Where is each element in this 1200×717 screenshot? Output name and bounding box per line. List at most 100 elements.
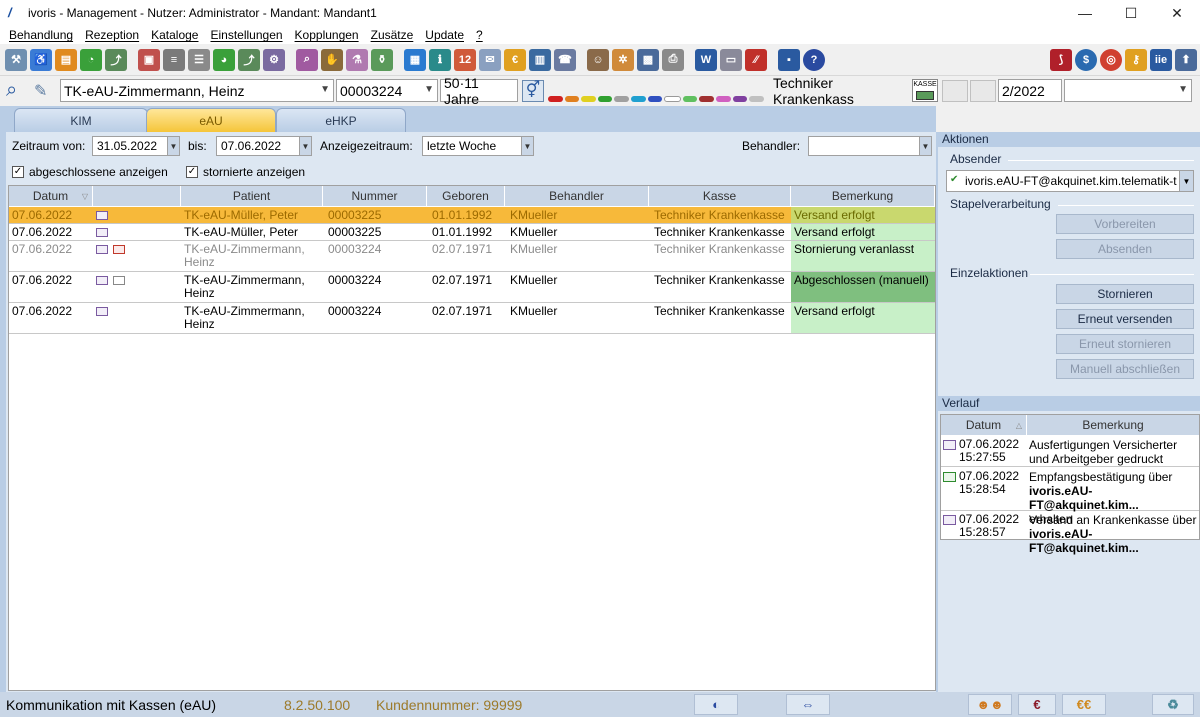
empty-field-1[interactable]: [942, 80, 968, 102]
menu-rezeption[interactable]: Rezeption: [79, 28, 145, 42]
dropdown-arrow-icon[interactable]: ▼: [919, 137, 931, 155]
print-list-icon[interactable]: ≡: [163, 48, 185, 71]
double-euro-icon[interactable]: €€: [1062, 694, 1106, 715]
history-row[interactable]: 07.06.2022 15:27:55 Ausfertigungen Versic…: [941, 436, 1199, 467]
quarter-field[interactable]: 2/2022: [998, 79, 1062, 102]
col-behandler[interactable]: Behandler: [505, 186, 649, 206]
table-row[interactable]: 07.06.2022 TK-eAU-Zimmermann, Heinz 0000…: [9, 303, 935, 334]
tab-eau[interactable]: eAU: [146, 108, 276, 132]
menu-behandlung[interactable]: Behandlung: [3, 28, 79, 42]
help-icon[interactable]: ?: [803, 48, 825, 71]
mail-icon[interactable]: ✉: [479, 48, 501, 71]
dental-chair-icon[interactable]: ♿: [30, 48, 52, 71]
menu-kopplungen[interactable]: Kopplungen: [289, 28, 365, 42]
line-chart-icon[interactable]: ⤴: [105, 48, 127, 71]
menu-update[interactable]: Update: [419, 28, 470, 42]
euro-icon[interactable]: €: [1018, 694, 1056, 715]
table-row[interactable]: 07.06.2022 TK-eAU-Müller, Peter 00003225…: [9, 224, 935, 241]
close-button[interactable]: ✕: [1154, 0, 1200, 26]
doctor-icon[interactable]: ☺: [587, 48, 609, 71]
extra-combo[interactable]: ▼: [1064, 79, 1192, 102]
menu-help[interactable]: ?: [470, 28, 489, 42]
cassette-icon[interactable]: ▣: [138, 48, 160, 71]
flask-icon[interactable]: ⚱: [371, 48, 393, 71]
form-icon[interactable]: ▭: [720, 48, 742, 71]
dropdown-arrow-icon[interactable]: ▼: [1179, 171, 1193, 191]
logo-icon[interactable]: iie: [1150, 48, 1172, 71]
col-patient[interactable]: Patient: [181, 186, 323, 206]
phone-book-icon[interactable]: ☎: [554, 48, 576, 71]
key-icon[interactable]: ⚷: [1125, 48, 1147, 71]
document-icon[interactable]: ▤: [55, 48, 77, 71]
empty-field-2[interactable]: [970, 80, 996, 102]
pharmacy-icon[interactable]: ⚗: [346, 48, 368, 71]
table-row[interactable]: 07.06.2022 TK-eAU-Zimmermann, Heinz 0000…: [9, 272, 935, 303]
checkbox-checked-icon[interactable]: ✓: [12, 166, 24, 178]
show-closed-checkbox[interactable]: ✓ abgeschlossene anzeigen: [12, 165, 168, 179]
minimize-button[interactable]: —: [1062, 0, 1108, 26]
anzeigezeitraum-select[interactable]: letzte Woche ▼: [422, 136, 534, 156]
calendar-icon[interactable]: 12: [454, 48, 476, 71]
menu-kataloge[interactable]: Kataloge: [145, 28, 204, 42]
dropdown-arrow-icon[interactable]: ▼: [167, 137, 179, 155]
absenden-button[interactable]: Absenden: [1056, 239, 1194, 259]
search-list-icon[interactable]: ⌕: [296, 48, 318, 71]
manuell-abschliessen-button[interactable]: Manuell abschließen: [1056, 359, 1194, 379]
date-to-field[interactable]: 07.06.2022 ▼: [216, 136, 312, 156]
word-icon[interactable]: W: [695, 48, 717, 71]
patient-name-combo[interactable]: TK-eAU-Zimmermann, Heinz ▼: [60, 79, 334, 102]
pdf-icon[interactable]: ⟆: [1050, 48, 1072, 71]
save-icon[interactable]: ▪: [778, 48, 800, 71]
date-from-field[interactable]: 31.05.2022 ▼: [92, 136, 180, 156]
printer-icon[interactable]: ⎙: [662, 48, 684, 71]
network-icon[interactable]: ✲: [612, 48, 634, 71]
box-icon[interactable]: ▦: [404, 48, 426, 71]
upload-icon[interactable]: ⬆: [1175, 48, 1197, 71]
eraser-icon[interactable]: ✎: [34, 81, 54, 101]
table-row[interactable]: 07.06.2022 TK-eAU-Müller, Peter 00003225…: [9, 207, 935, 224]
search-patient-icon[interactable]: ⌕: [6, 79, 30, 103]
col-geboren[interactable]: Geboren: [427, 186, 505, 206]
history-row[interactable]: 07.06.2022 15:28:54 Empfangsbestätigung ü…: [941, 468, 1199, 526]
history-row[interactable]: 07.06.2022 15:28:57 Versand an Krankenkas…: [941, 511, 1199, 555]
menu-einstellungen[interactable]: Einstellungen: [204, 28, 288, 42]
col-nummer[interactable]: Nummer: [323, 186, 427, 206]
sort-desc-icon[interactable]: ▽: [79, 186, 91, 206]
col-bemerkung[interactable]: Bemerkung: [791, 186, 935, 206]
absender-select[interactable]: ✔ ivoris.eAU-FT@akquinet.kim.telematik-t…: [946, 170, 1194, 192]
erneut-stornieren-button[interactable]: Erneut stornieren: [1056, 334, 1194, 354]
dropdown-arrow-icon[interactable]: ▼: [521, 137, 533, 155]
info-icon[interactable]: ℹ: [429, 48, 451, 71]
erneut-versenden-button[interactable]: Erneut versenden: [1056, 309, 1194, 329]
color-markers[interactable]: [548, 96, 764, 102]
calculator-icon[interactable]: ▩: [637, 48, 659, 71]
show-cancelled-checkbox[interactable]: ✓ stornierte anzeigen: [186, 165, 305, 179]
teamviewer-icon[interactable]: ⇔: [786, 694, 830, 715]
behandler-select[interactable]: ▼: [808, 136, 932, 156]
checkbox-checked-icon[interactable]: ✓: [186, 166, 198, 178]
pie-chart-icon[interactable]: ◔: [80, 48, 102, 71]
col-kasse[interactable]: Kasse: [649, 186, 791, 206]
users-icon[interactable]: ☻☻: [968, 694, 1012, 715]
list-icon[interactable]: ☰: [188, 48, 210, 71]
col-hist-bemerkung[interactable]: Bemerkung: [1027, 415, 1199, 435]
tab-kim[interactable]: KIM: [14, 108, 148, 132]
euro-icon[interactable]: €: [504, 48, 526, 71]
planet-icon[interactable]: ◐: [694, 694, 738, 715]
patient-number-combo[interactable]: 00003224 ▼: [336, 79, 438, 102]
currency-icon[interactable]: $: [1075, 48, 1097, 71]
lifebuoy-icon[interactable]: ◎: [1100, 48, 1122, 71]
vorbereiten-button[interactable]: Vorbereiten: [1056, 214, 1194, 234]
maximize-button[interactable]: ☐: [1108, 0, 1154, 26]
settings-list-icon[interactable]: ⚙: [263, 48, 285, 71]
recycle-bin-icon[interactable]: ♻: [1152, 694, 1194, 715]
tab-ehkp[interactable]: eHKP: [276, 108, 406, 132]
hands-icon[interactable]: ✋: [321, 48, 343, 71]
stornieren-button[interactable]: Stornieren: [1056, 284, 1194, 304]
menu-zusaetze[interactable]: Zusätze: [365, 28, 420, 42]
dropdown-arrow-icon[interactable]: ▼: [299, 137, 311, 155]
stats-icon[interactable]: ◕: [213, 48, 235, 71]
tools-icon[interactable]: ⚒: [5, 48, 27, 71]
table-row[interactable]: 07.06.2022 TK-eAU-Zimmermann, Heinz 0000…: [9, 241, 935, 272]
chart-icon[interactable]: ⤴: [238, 48, 260, 71]
